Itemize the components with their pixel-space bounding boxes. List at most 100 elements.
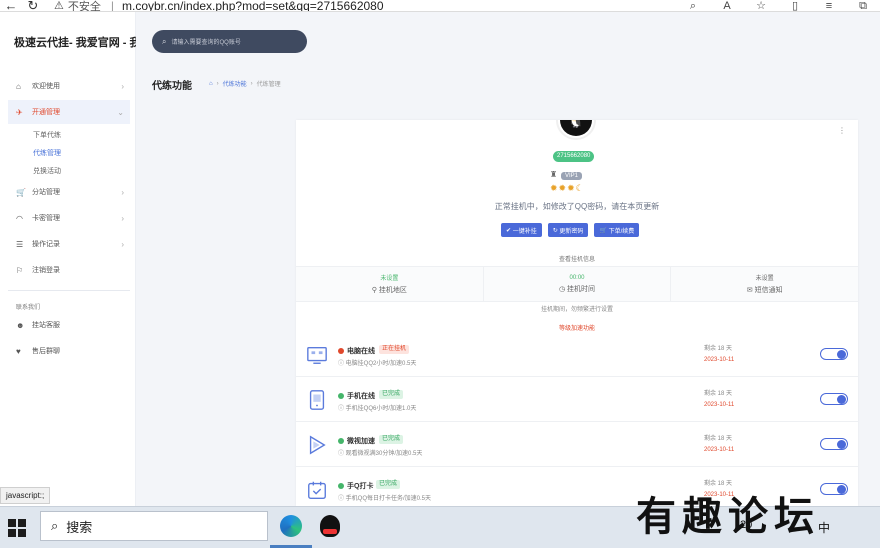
check-icon: ✔ [506,227,513,234]
sidebar-item-open-manage[interactable]: ✈ 开通管理 ⌄ [8,100,130,124]
back-arrow-icon[interactable]: ← [0,0,22,11]
level-medals-icon: ✹✹✹☾ [550,183,585,193]
more-menu-icon[interactable]: ⋮ [838,126,846,135]
favorite-star-icon[interactable]: ☆ [744,0,778,11]
task-toggle[interactable] [820,483,848,495]
info-caption: 查看挂机信息 [558,257,595,263]
home-icon: ⌂ [16,81,21,91]
link-status-bar: javascript:; [0,487,51,504]
breadcrumb-item[interactable]: 代练功能 [223,79,247,88]
task-name: 电脑在线 [347,348,375,355]
site-brand[interactable]: 极速云代挂- 我爱官网 - 我 [14,34,136,50]
sidebar-item-logout[interactable]: ⚐ 注销登录 [8,258,130,282]
sidebar-item-records[interactable]: ☰ 操作记录 › [8,232,130,256]
refresh-icon: ↻ [552,227,560,234]
sidebar-section-label: 联系我们 [16,304,41,311]
sidebar-item-support[interactable]: ☻ 挂站客服 [8,313,130,337]
sidebar-item-label: 开通管理 [32,109,60,116]
clock-icon: ◷ [558,285,568,293]
qq-search-input[interactable]: ⌕ 请输入需要查询的QQ账号 [152,30,307,53]
expire-date: 2023-10-11 [704,447,735,453]
phone-icon [309,390,325,410]
task-name: 微视加速 [347,438,375,445]
chevron-right-icon: › [121,239,124,249]
taskbar-search-input[interactable]: ⌕ 搜索 [40,511,268,541]
sidebar-item-label: 分站管理 [32,189,60,196]
sidebar-subitem-redeem[interactable]: 兑换活动 [8,162,130,180]
message-icon: ✉ [746,287,755,294]
vip-badge: VIP1 [561,172,583,180]
edge-browser-icon[interactable] [280,515,302,537]
stats-row: 未设置 ⚲ 挂机地区 00:00 ◷ 挂机时间 未设置 ✉ 短信通知 [296,266,858,302]
sidebar-item-welcome[interactable]: ⌂ 欢迎使用 › [8,74,130,98]
reload-icon[interactable]: ↻ [22,0,44,11]
status-text: 正常挂机中，如修改了QQ密码，请在本页更新 [494,202,660,211]
insecure-label: 不安全 [67,0,101,12]
read-aloud-icon[interactable]: A [710,0,744,11]
qq-number-badge: 2715662080 [553,151,595,162]
chevron-down-icon: ⌄ [117,107,124,117]
page-title: 代练功能 [152,81,192,92]
resume-button[interactable]: ✔ 一键补挂 [501,223,542,237]
windows-start-icon[interactable] [8,519,26,537]
stat-sms[interactable]: 未设置 ✉ 短信通知 [671,267,858,301]
status-badge: 已完成 [379,390,404,399]
cart-icon: 🛒 [599,227,609,234]
wifi-icon: ◠ [16,213,23,223]
cart-icon: 🛒 [16,187,26,197]
rocket-icon: ✈ [16,107,23,117]
status-badge: 正在挂机 [379,345,410,354]
breadcrumb-current: 代练管理 [256,82,281,88]
stat-time[interactable]: 00:00 ◷ 挂机时间 [484,267,672,301]
task-row-pc-online: 电脑在线 正在挂机 ⓘ 电脑挂QQ2小时/加速0.5天 剩余 18 天 2023… [296,332,858,377]
calendar-check-icon [308,481,326,499]
order-renew-button[interactable]: 🛒 下单/续费 [594,223,640,237]
sidebar-item-aftersales[interactable]: ♥ 售后群聊 [8,339,130,363]
split-screen-icon[interactable]: ▯ [778,0,812,11]
task-toggle[interactable] [820,438,848,450]
expire-date: 2023-10-11 [704,402,735,408]
section-title: 等级加速功能 [558,326,595,332]
task-row-weishi: 微视加速 已完成 ⓘ 观看微视满30分钟/加速0.5天 剩余 18 天 2023… [296,422,858,467]
status-dot [338,483,344,489]
status-dot [338,438,344,444]
task-desc: ⓘ 手机挂QQ6小时/加速1.0天 [338,406,417,412]
url-text[interactable]: m.coybr.cn/index.php?mod=set&qq=27156620… [122,0,384,11]
status-dot [338,348,344,354]
support-icon: ☻ [16,320,25,330]
sidebar-item-label: 操作记录 [32,241,60,248]
sidebar: 极速云代挂- 我爱官网 - 我 ⌂ 欢迎使用 › ✈ 开通管理 ⌄ 下单代练 代… [0,12,136,506]
sidebar-item-cardkey[interactable]: ◠ 卡密管理 › [8,206,130,230]
task-toggle[interactable] [820,348,848,360]
task-toggle[interactable] [820,393,848,405]
chevron-right-icon: › [121,213,124,223]
sidebar-subitem-manage[interactable]: 代练管理 [8,144,130,162]
warning-icon: ⚠ [54,0,64,12]
status-dot [338,393,344,399]
collections-icon[interactable]: ⧉ [846,0,880,11]
computer-icon [307,346,327,364]
sidebar-item-label: 售后群聊 [32,348,60,355]
home-icon[interactable]: ⌂ [209,81,213,87]
stat-region[interactable]: 未设置 ⚲ 挂机地区 [296,267,484,301]
heart-icon: ♥ [16,346,21,356]
play-icon [309,435,326,455]
zoom-icon[interactable]: ⌕ [676,0,710,11]
action-buttons: ✔ 一键补挂 ↻ 更新密码 🛒 下单/续费 [501,223,645,237]
sidebar-item-substation[interactable]: 🛒 分站管理 › [8,180,130,204]
qq-penguin-icon: 🐧 [560,120,592,136]
qq-app-icon[interactable] [320,515,340,537]
browser-toolbar: ← ↻ ⚠ 不安全 | m.coybr.cn/index.php?mod=set… [0,0,880,12]
chevron-right-icon: › [121,187,124,197]
task-name: 手Q打卡 [347,483,374,490]
search-placeholder: 请输入需要查询的QQ账号 [171,40,241,46]
robot-icon: ♜ [550,170,558,179]
watermark-text: 有趣论坛 [636,493,820,540]
address-bar[interactable]: ⚠ 不安全 | m.coybr.cn/index.php?mod=set&qq=… [54,0,384,12]
sidebar-item-label: 注销登录 [32,267,60,274]
update-password-button[interactable]: ↻ 更新密码 [547,223,589,237]
sidebar-subitem-order[interactable]: 下单代练 [8,126,130,144]
favorites-icon[interactable]: ≡ [812,0,846,11]
task-row-mobile-online: 手机在线 已完成 ⓘ 手机挂QQ6小时/加速1.0天 剩余 18 天 2023-… [296,377,858,422]
sidebar-divider [8,290,130,291]
